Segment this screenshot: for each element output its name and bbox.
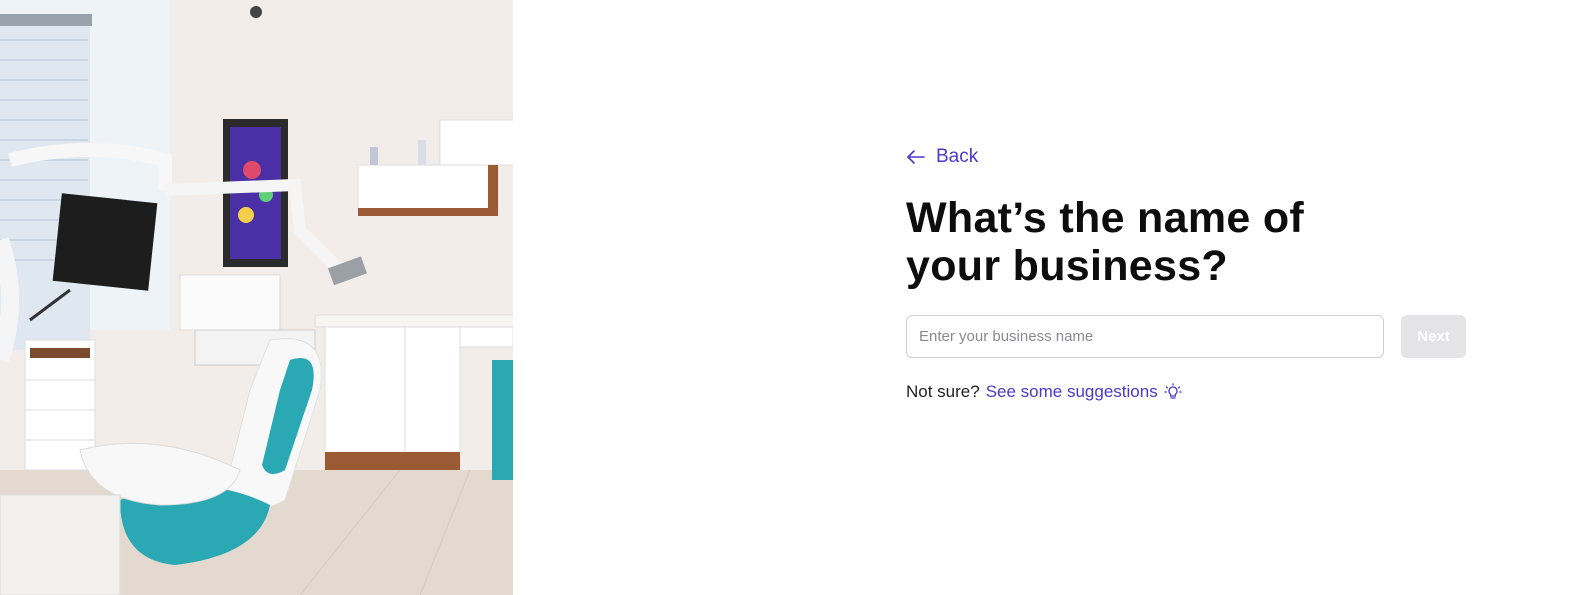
- page-title: What’s the name of your business?: [906, 194, 1305, 290]
- lightbulb-icon: [1164, 383, 1182, 399]
- back-label: Back: [936, 146, 979, 167]
- name-input-row: Next: [906, 315, 1466, 358]
- see-suggestions-label: See some suggestions: [985, 382, 1158, 401]
- arrow-left-icon: [907, 150, 925, 164]
- business-name-form: Back What’s the name of your business? N…: [906, 146, 1466, 402]
- hero-image: [0, 0, 513, 595]
- suggestions-prefix: Not sure?: [906, 382, 980, 401]
- see-suggestions-link[interactable]: See some suggestions: [986, 382, 1182, 402]
- suggestions-row: Not sure? See some suggestions: [906, 382, 1466, 402]
- business-name-input[interactable]: [906, 315, 1385, 358]
- back-link[interactable]: Back: [906, 146, 978, 168]
- next-button[interactable]: Next: [1401, 315, 1466, 358]
